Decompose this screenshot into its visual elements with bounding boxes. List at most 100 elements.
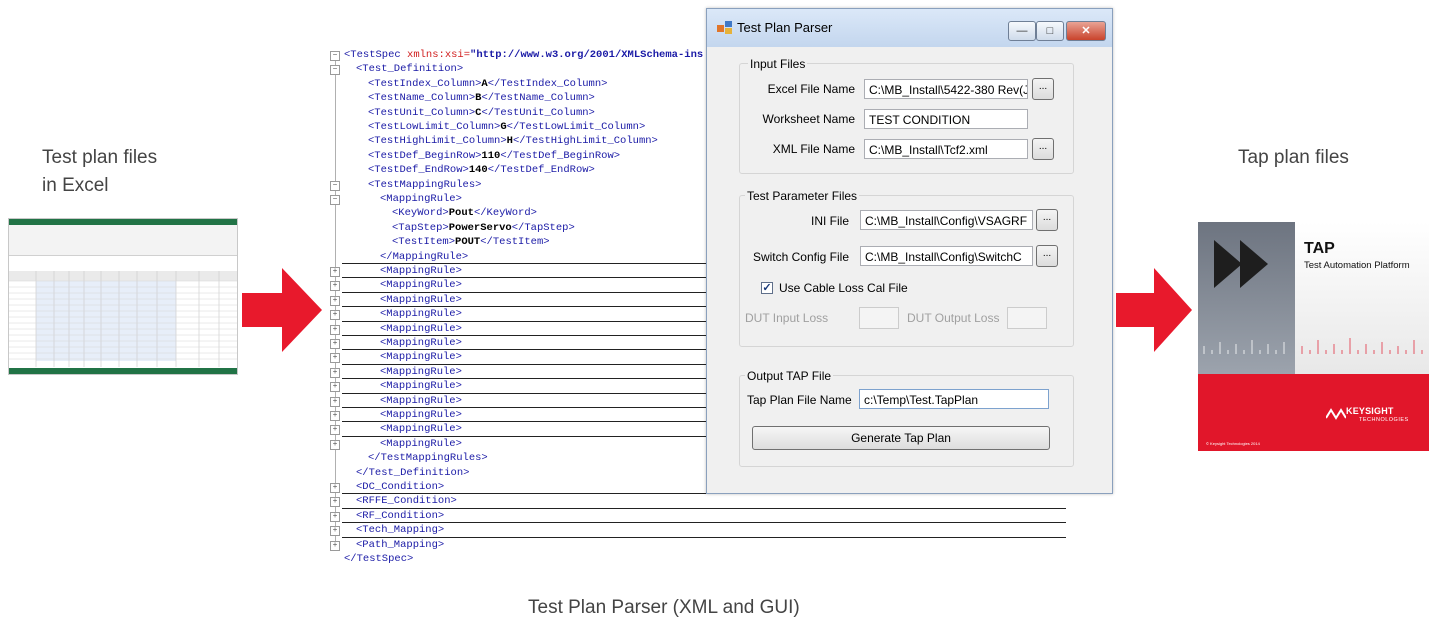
- excel-title-bar: [9, 219, 237, 225]
- arrow-right-icon: [1116, 268, 1192, 352]
- xml-line: <TestItem>POUT</TestItem>: [392, 235, 550, 249]
- xml-tag: </TestDef_EndRow>: [487, 164, 595, 177]
- xml-row-divider: [342, 522, 1066, 524]
- xml-tag: <TestName_Column>: [368, 92, 476, 105]
- xml-tag: </KeyWord>: [473, 207, 537, 220]
- excel-file-field[interactable]: C:\MB_Install\5422-380 Rev(J: [864, 79, 1028, 99]
- generate-tap-plan-button[interactable]: Generate Tap Plan: [752, 426, 1050, 450]
- xml-tag: </TestName_Column>: [481, 92, 595, 105]
- xml-value: 140: [468, 164, 488, 177]
- tap-subtitle: Test Automation Platform: [1304, 260, 1410, 271]
- tap-splash-image: TAP Test Automation Platform KEYSIGHT TE…: [1198, 222, 1429, 451]
- xml-tag: <TestDef_BeginRow>: [368, 149, 482, 162]
- output-tap-file-group-label: Output TAP File: [745, 369, 834, 383]
- expand-toggle-icon: +: [330, 310, 340, 321]
- expand-toggle-icon: +: [330, 353, 340, 364]
- xml-tag: <TestDef_EndRow>: [368, 164, 469, 177]
- xml-attribute: xmlns:xsi=: [400, 49, 471, 61]
- dut-input-loss-field[interactable]: [859, 307, 899, 329]
- xml-line: <RF_Condition>: [356, 509, 444, 523]
- xml-line: </TestMappingRules>: [368, 451, 488, 465]
- xml-row-divider: [342, 507, 1066, 509]
- expand-toggle-icon: +: [330, 497, 340, 508]
- xml-tag: <MappingRule>: [380, 293, 462, 306]
- cable-loss-checkbox[interactable]: ✓: [761, 282, 773, 294]
- expand-toggle-icon: +: [330, 267, 340, 277]
- ini-file-label: INI File: [810, 214, 849, 228]
- xml-line: <MappingRule>: [380, 336, 462, 350]
- expand-toggle-icon: +: [330, 324, 340, 335]
- close-button[interactable]: ✕: [1066, 21, 1106, 41]
- expand-toggle-icon: +: [330, 411, 340, 421]
- xml-tag: <TestItem>: [392, 236, 456, 249]
- xml-value: PowerServo: [448, 221, 512, 234]
- keysight-brand: KEYSIGHT: [1346, 406, 1394, 416]
- excel-caption-line2: in Excel: [42, 175, 109, 196]
- excel-status-bar: [9, 368, 237, 374]
- xml-line: <MappingRule>: [380, 437, 462, 451]
- ini-file-field[interactable]: C:\MB_Install\Config\VSAGRF: [860, 210, 1033, 230]
- maximize-button[interactable]: □: [1036, 21, 1064, 41]
- worksheet-field[interactable]: TEST CONDITION: [864, 109, 1028, 129]
- test-plan-parser-window: Test Plan Parser — □ ✕ Input Files Excel…: [706, 8, 1113, 494]
- test-parameter-files-group-label: Test Parameter Files: [745, 189, 860, 203]
- xml-tag: <Test_Definition>: [356, 63, 464, 76]
- xml-file-label: XML File Name: [772, 142, 855, 156]
- xml-tag: </TapStep>: [511, 221, 575, 234]
- xml-line: <MappingRule>: [380, 307, 462, 321]
- collapse-toggle-icon: −: [330, 51, 340, 61]
- xml-browse-button[interactable]: ...: [1032, 138, 1054, 160]
- expand-toggle-icon: +: [330, 339, 340, 349]
- expand-toggle-icon: +: [330, 526, 340, 537]
- xml-line: <TestHighLimit_Column>H</TestHighLimit_C…: [368, 134, 658, 148]
- xml-line: <TestIndex_Column>A</TestIndex_Column>: [368, 77, 607, 91]
- expand-toggle-icon: +: [330, 439, 340, 450]
- xml-attribute-value: "http://www.w3.org/2001/XMLSchema-ins: [470, 49, 704, 61]
- tap-copyright: © Keysight Technologies 2014: [1206, 441, 1260, 446]
- collapse-toggle-icon: −: [330, 195, 340, 205]
- switch-browse-button[interactable]: ...: [1036, 245, 1058, 267]
- xml-line: <Test_Definition>: [356, 62, 463, 76]
- xml-line: <Path_Mapping>: [356, 538, 444, 552]
- xml-tag: <DC_Condition>: [356, 481, 445, 493]
- excel-browse-button[interactable]: ...: [1032, 78, 1054, 100]
- dut-input-loss-label: DUT Input Loss: [745, 311, 829, 325]
- ini-browse-button[interactable]: ...: [1036, 209, 1058, 231]
- expand-toggle-icon: +: [330, 281, 340, 292]
- arrow-right-icon: [242, 268, 322, 352]
- excel-thumbnail: [8, 218, 238, 375]
- switch-config-field[interactable]: C:\MB_Install\Config\SwitchC: [860, 246, 1033, 266]
- minimize-button[interactable]: —: [1008, 21, 1036, 41]
- xml-line: <DC_Condition>: [356, 480, 444, 494]
- xml-tag: </TestHighLimit_Column>: [512, 135, 658, 148]
- excel-caption-line1: Test plan files: [42, 147, 158, 168]
- xml-file-field[interactable]: C:\MB_Install\Tcf2.xml: [864, 139, 1028, 159]
- tap-splash-red-band: [1198, 374, 1429, 451]
- switch-config-label: Switch Config File: [752, 250, 849, 264]
- xml-line: <MappingRule>: [380, 350, 462, 364]
- xml-tag: <TestHighLimit_Column>: [368, 135, 507, 148]
- xml-tag: <RFFE_Condition>: [356, 495, 457, 508]
- xml-tag: </TestItem>: [480, 236, 550, 249]
- tap-plan-file-field[interactable]: c:\Temp\Test.TapPlan: [859, 389, 1049, 409]
- xml-line: <MappingRule>: [380, 278, 462, 292]
- dut-output-loss-field[interactable]: [1007, 307, 1047, 329]
- xml-tag: <MappingRule>: [380, 308, 462, 321]
- xml-tag: <TestLowLimit_Column>: [368, 121, 501, 133]
- cable-loss-label[interactable]: Use Cable Loss Cal File: [779, 281, 908, 295]
- xml-tag: <MappingRule>: [380, 265, 462, 277]
- xml-line: <TestUnit_Column>C</TestUnit_Column>: [368, 106, 595, 120]
- xml-line: <RFFE_Condition>: [356, 494, 457, 508]
- title-bar: Test Plan Parser — □ ✕: [707, 9, 1112, 47]
- excel-file-label: Excel File Name: [767, 82, 855, 96]
- xml-line: <Tech_Mapping>: [356, 523, 444, 537]
- xml-row-divider: [342, 536, 1066, 538]
- tap-title: TAP: [1304, 240, 1335, 257]
- excel-grid: [9, 271, 237, 367]
- xml-tag: <MappingRule>: [380, 409, 462, 421]
- xml-tag: <MappingRule>: [380, 322, 462, 335]
- xml-line: <MappingRule>: [380, 379, 462, 393]
- expand-toggle-icon: +: [330, 367, 340, 378]
- xml-tag: </MappingRule>: [380, 250, 469, 263]
- xml-tag: <MappingRule>: [380, 365, 462, 378]
